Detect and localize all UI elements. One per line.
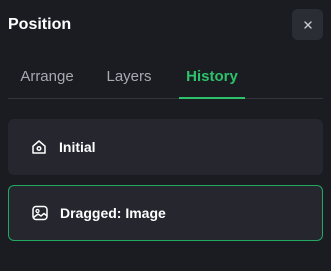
close-button[interactable] [292, 9, 323, 40]
tab-bar: Arrange Layers History [8, 62, 323, 99]
history-item-dragged-image[interactable]: Dragged: Image [8, 185, 323, 241]
tab-history[interactable]: History [179, 62, 245, 99]
tab-arrange[interactable]: Arrange [14, 62, 80, 98]
position-panel: Position Arrange Layers History Initial … [0, 0, 331, 271]
tab-layers[interactable]: Layers [100, 62, 158, 98]
panel-title: Position [8, 16, 72, 33]
close-icon [303, 20, 312, 29]
history-item-label: Dragged: Image [60, 205, 166, 221]
history-item-initial[interactable]: Initial [8, 119, 323, 175]
history-item-label: Initial [59, 139, 96, 155]
image-icon [31, 204, 49, 222]
home-icon [30, 138, 48, 156]
